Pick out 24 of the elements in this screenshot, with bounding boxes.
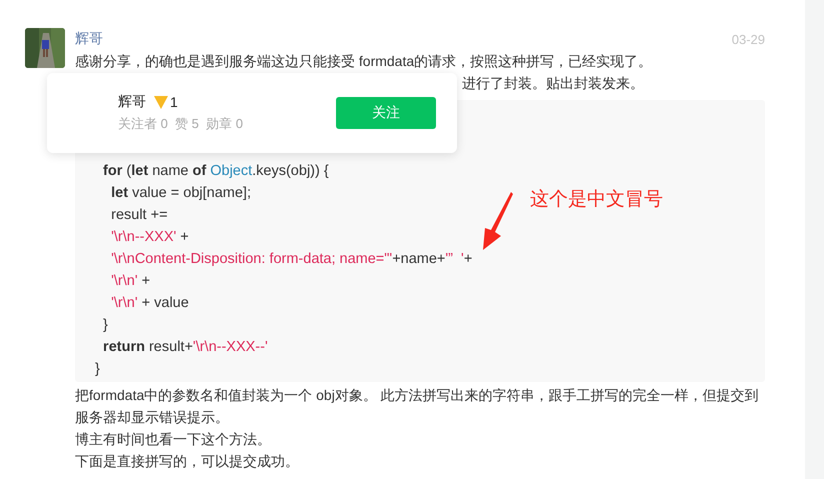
code-line: '\r\n' + [110, 272, 150, 291]
level-number: 1 [170, 94, 178, 110]
comment-text: 下面是直接拼写的，可以提交成功。 [75, 452, 299, 471]
code-line: } [102, 316, 108, 335]
comment-date: 03-29 [732, 32, 765, 46]
user-stats: 关注者 0 赞 5 勋章 0 [118, 115, 243, 133]
follow-button[interactable]: 关注 [336, 97, 436, 129]
user-name: 辉哥 [118, 93, 146, 111]
comment-text: 博主有时间也看一下这个方法。 [75, 430, 271, 449]
code-line: '\r\n--XXX' + [110, 228, 189, 247]
comment-text: 进行了封装。贴出封装发来。 [462, 74, 644, 93]
level-icon [154, 96, 168, 108]
annotation-text: 这个是中文冒号 [530, 188, 663, 212]
comment-text: 感谢分享，的确也是遇到服务端这边只能接受 formdata的请求，按照这种拼写，已经实现了。 [75, 52, 652, 71]
code-line: let value = obj[name]; [110, 184, 251, 203]
code-line: } [95, 360, 100, 379]
author-name[interactable]: 辉哥 [75, 30, 103, 48]
code-line: '\r\nContent-Disposition: form-data; name="'+name+'” '+ [110, 250, 472, 269]
code-line: result += [110, 206, 168, 225]
code-line: return result+'\r\n--XXX--' [102, 338, 268, 357]
code-line: '\r\n' + value [110, 294, 189, 313]
arrow-icon [481, 192, 513, 250]
comment-text: 把formdata中的参数名和值封装为一个 obj对象。 此方法拼写出来的字符串，跟手工拼写的完全一样，但提交到服务器却显示错误提示。 [75, 386, 760, 427]
code-line: for (let name of Object.keys(obj)) { [102, 162, 329, 181]
